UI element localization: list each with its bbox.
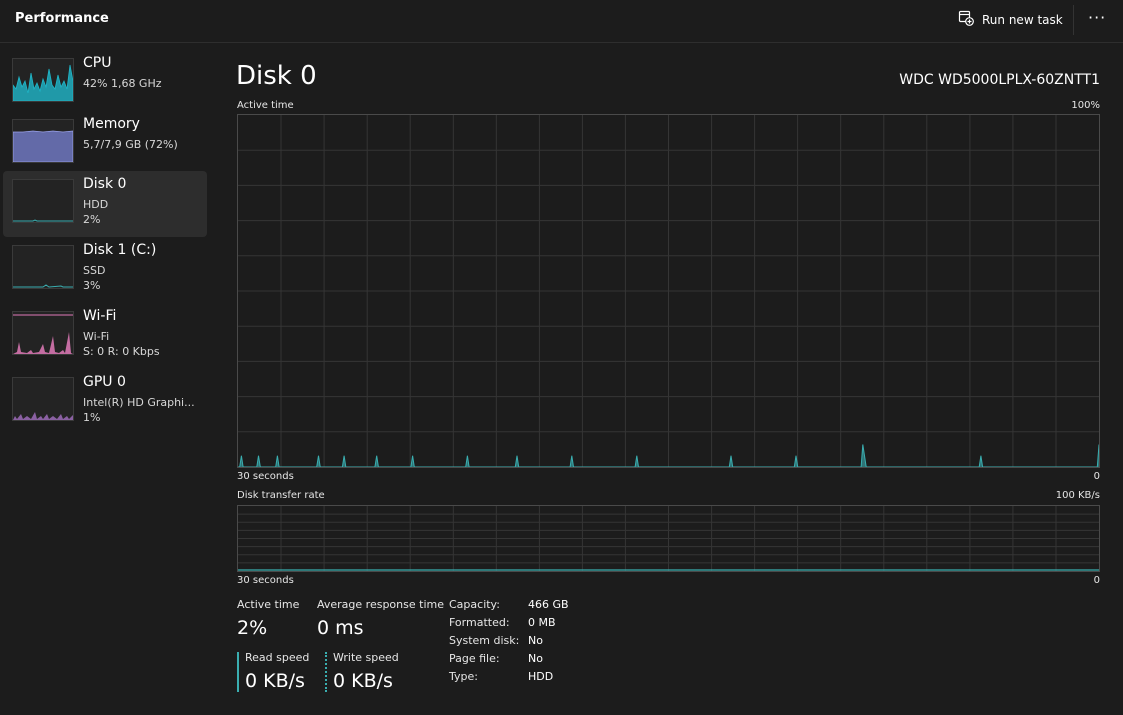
formatted-value: 0 MB [528,616,556,629]
gpu-0-thumbnail [12,377,74,421]
page-file-key: Page file: [449,652,500,665]
sidebar-item-gpu-0[interactable]: GPU 0 Intel(R) HD Graphi... 1% [3,369,207,435]
write-speed-label: Write speed [333,651,399,664]
active-time-stat-label: Active time [237,598,300,611]
transfer-rate-graph-label: Disk transfer rate [237,490,325,501]
memory-thumbnail [12,119,74,163]
sidebar-item-cpu[interactable]: CPU 42% 1,68 GHz [3,50,207,116]
page-file-value: No [528,652,543,665]
sidebar-item-type: HDD [83,198,109,211]
sidebar-item-usage: 1% [83,411,101,424]
disk-1-thumbnail [12,245,74,289]
wifi-thumbnail [12,311,74,355]
avg-response-value: 0 ms [317,617,364,639]
write-speed-value: 0 KB/s [333,670,393,692]
sidebar-item-name: Wi-Fi [83,308,117,324]
active-time-graph-label: Active time [237,100,294,111]
transfer-rate-window-label: 30 seconds [237,575,294,586]
active-time-window-label: 30 seconds [237,471,294,482]
sidebar-item-name: Disk 0 [83,176,127,192]
avg-response-label: Average response time [317,598,444,611]
system-disk-key: System disk: [449,634,520,647]
sidebar-item-wifi[interactable]: Wi-Fi Wi-Fi S: 0 R: 0 Kbps [3,303,207,369]
active-time-chart [238,115,1099,467]
sidebar-item-name: CPU [83,55,112,71]
sidebar-item-detail: 42% 1,68 GHz [83,77,162,90]
sidebar-item-disk-1[interactable]: Disk 1 (C:) SSD 3% [3,237,207,303]
run-new-task-label: Run new task [982,13,1063,27]
sidebar-item-usage: 3% [83,279,101,292]
sidebar-item-usage: 2% [83,213,101,226]
toolbar-divider [1073,5,1074,35]
transfer-rate-graph [237,505,1100,572]
sidebar-item-adapter: Intel(R) HD Graphi... [83,396,195,409]
transfer-rate-max-label: 100 KB/s [1055,490,1100,501]
system-disk-value: No [528,634,543,647]
capacity-value: 466 GB [528,598,569,611]
active-time-min-label: 0 [1093,471,1100,482]
sidebar-item-type: SSD [83,264,106,277]
sidebar-item-name: Disk 1 (C:) [83,242,157,258]
formatted-key: Formatted: [449,616,510,629]
sidebar-item-disk-0[interactable]: Disk 0 HDD 2% [3,171,207,237]
sidebar-item-throughput: S: 0 R: 0 Kbps [83,345,160,358]
run-new-task-button[interactable]: Run new task [958,9,1063,31]
disk-model: WDC WD5000LPLX-60ZNTT1 [899,72,1100,88]
sidebar-item-name: Memory [83,116,140,132]
read-speed-legend-bar [237,652,239,692]
more-icon[interactable]: ··· [1088,8,1106,27]
cpu-thumbnail [12,58,74,102]
active-time-stat-value: 2% [237,617,268,639]
sidebar-item-adapter: Wi-Fi [83,330,110,343]
active-time-graph [237,114,1100,468]
disk-0-thumbnail [12,179,74,223]
sidebar-item-memory[interactable]: Memory 5,7/7,9 GB (72%) [3,111,207,177]
run-task-icon [958,10,974,30]
read-speed-value: 0 KB/s [245,670,305,692]
sidebar-item-detail: 5,7/7,9 GB (72%) [83,138,178,151]
transfer-rate-min-label: 0 [1093,575,1100,586]
active-time-max-label: 100% [1071,100,1100,111]
type-key: Type: [449,670,478,683]
sidebar-item-name: GPU 0 [83,374,126,390]
top-bar: Performance Run new task ··· [0,0,1123,43]
page-title: Disk 0 [236,61,317,91]
type-value: HDD [528,670,554,683]
transfer-rate-chart [238,506,1099,571]
write-speed-legend-bar [325,652,327,692]
app-title: Performance [15,11,109,26]
read-speed-label: Read speed [245,651,310,664]
capacity-key: Capacity: [449,598,500,611]
